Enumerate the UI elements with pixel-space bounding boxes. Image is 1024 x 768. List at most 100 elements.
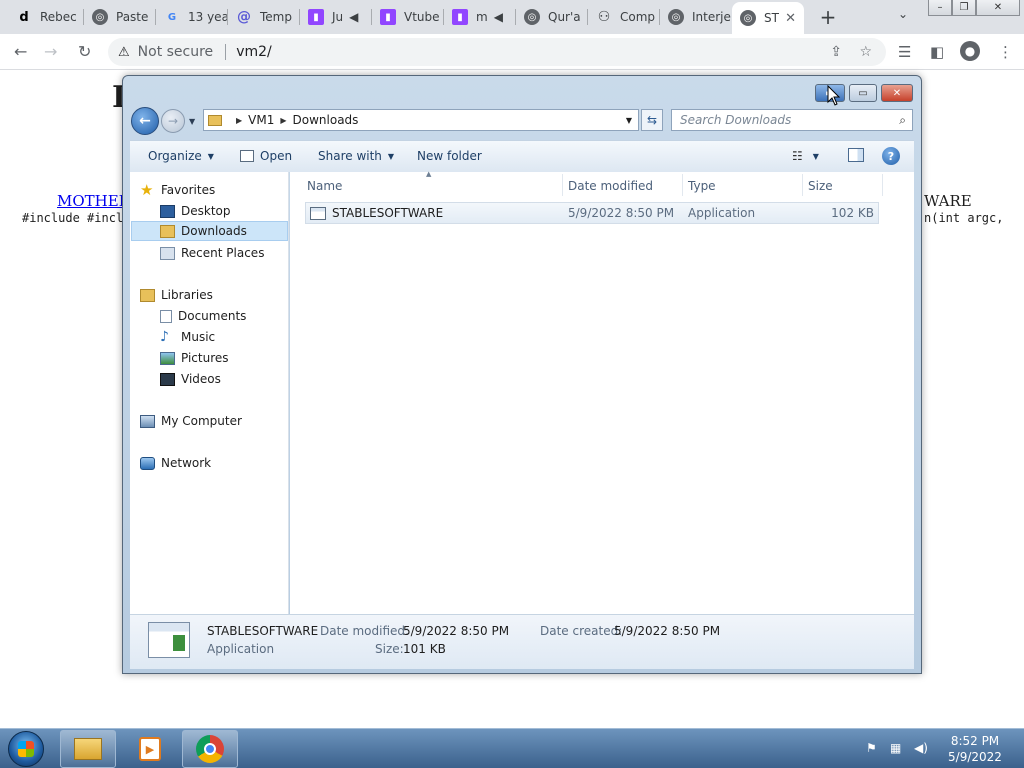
nav-libraries[interactable]: Libraries xyxy=(140,285,288,305)
nav-recent-places[interactable]: Recent Places xyxy=(160,243,288,263)
chevron-right-icon[interactable]: ▶ xyxy=(280,116,286,125)
new-tab-button[interactable]: + xyxy=(818,5,838,29)
browser-tab-active[interactable]: ◎ ST ✕ xyxy=(732,2,804,34)
warning-triangle-icon[interactable]: ⚠ xyxy=(118,45,130,60)
window-close-button[interactable]: ✕ xyxy=(976,0,1020,16)
profile-avatar-icon[interactable]: ● xyxy=(960,41,980,61)
details-created-label: Date created: xyxy=(540,624,623,638)
taskbar-media-player-button[interactable]: ▶ xyxy=(122,730,178,768)
mouse-cursor-icon xyxy=(827,85,841,106)
column-header-size[interactable]: Size xyxy=(808,179,833,193)
kebab-menu-icon[interactable]: ⋮ xyxy=(998,43,1013,61)
organize-button[interactable]: Organize ▼ xyxy=(148,149,214,163)
nav-my-computer[interactable]: My Computer xyxy=(140,411,288,431)
speaker-icon[interactable]: ◀ xyxy=(494,10,503,24)
taskbar-explorer-button[interactable] xyxy=(60,730,116,768)
share-icon[interactable]: ⇪ xyxy=(830,44,842,60)
tab-label: Vtube xyxy=(404,10,440,24)
nav-network[interactable]: Network xyxy=(140,453,288,473)
close-button[interactable]: ✕ xyxy=(881,84,913,102)
start-button[interactable] xyxy=(8,731,44,767)
page-link[interactable]: MOTHER xyxy=(57,192,130,210)
browser-tab[interactable]: ◎ Paste xyxy=(84,4,156,30)
share-label: Share with xyxy=(318,149,382,163)
taskbar-chrome-button[interactable] xyxy=(182,730,238,768)
maximize-button[interactable]: ▭ xyxy=(849,84,877,102)
share-with-button[interactable]: Share with ▼ xyxy=(318,149,394,163)
open-label: Open xyxy=(260,149,293,163)
views-button[interactable]: ☷ ▼ xyxy=(792,149,819,163)
navigation-pane: ★ Favorites Desktop Downloads Recent Pla… xyxy=(130,172,289,614)
nav-documents[interactable]: Documents xyxy=(160,306,288,326)
tab-search-chevron-icon[interactable]: ⌄ xyxy=(898,7,908,21)
address-bar[interactable]: ⚠ Not secure vm2/ ⇪ ☆ xyxy=(108,38,886,66)
browser-tab[interactable]: ▮ m ◀ xyxy=(444,4,516,30)
browser-tab[interactable]: G 13 yea xyxy=(156,4,228,30)
column-header-name[interactable]: Name xyxy=(307,179,342,193)
application-file-icon xyxy=(310,206,326,220)
pictures-icon xyxy=(160,351,175,365)
browser-tab[interactable]: ⚇ Comp xyxy=(588,4,660,30)
nav-favorites[interactable]: ★ Favorites xyxy=(140,180,298,200)
nav-music[interactable]: ♪ Music xyxy=(160,327,288,347)
nav-downloads[interactable]: Downloads xyxy=(131,221,288,241)
reload-icon[interactable]: ↻ xyxy=(78,42,91,61)
browser-tab-strip: d Rebec ◎ Paste G 13 yea @ Temp ▮ Ju ◀ ▮… xyxy=(0,0,1024,34)
page-code: #include #incl xyxy=(22,211,124,225)
close-tab-icon[interactable]: ✕ xyxy=(785,11,796,26)
browser-toolbar: ← → ↻ ⚠ Not secure vm2/ ⇪ ☆ ☰ ◧ ● ⋮ xyxy=(0,34,1024,70)
nav-desktop[interactable]: Desktop xyxy=(160,201,288,221)
view-list-icon: ☷ xyxy=(792,149,803,163)
search-icon[interactable]: ⌕ xyxy=(899,113,906,128)
open-button[interactable]: Open xyxy=(240,149,292,163)
downloads-folder-icon xyxy=(160,224,175,238)
chevron-right-icon[interactable]: ▶ xyxy=(236,116,242,125)
security-status[interactable]: Not secure xyxy=(138,44,214,60)
recent-pages-chevron-icon[interactable]: ▼ xyxy=(189,117,195,126)
clock[interactable]: 8:52 PM 5/9/2022 xyxy=(940,733,1010,765)
browser-tab[interactable]: ▮ Vtube xyxy=(372,4,444,30)
url-text[interactable]: vm2/ xyxy=(236,44,272,60)
forward-button[interactable]: → xyxy=(161,109,185,133)
preview-pane-button[interactable] xyxy=(848,148,864,162)
refresh-icon[interactable]: ⇆ xyxy=(641,109,663,131)
network-tray-icon[interactable]: ▦ xyxy=(890,741,901,755)
breadcrumb-vm1[interactable]: VM1 xyxy=(248,113,274,127)
breadcrumb-downloads[interactable]: Downloads xyxy=(293,113,359,127)
command-bar: Organize ▼ Open Share with ▼ New folder ☷ ▼… xyxy=(130,140,914,172)
action-center-flag-icon[interactable]: ⚑ xyxy=(866,741,877,755)
nav-label: Libraries xyxy=(161,288,213,302)
browser-tab[interactable]: ◎ Qur'a xyxy=(516,4,588,30)
browser-tab[interactable]: ▮ Ju ◀ xyxy=(300,4,372,30)
back-arrow-icon[interactable]: ← xyxy=(14,42,27,61)
chevron-down-icon: ▼ xyxy=(387,151,395,161)
file-type: Application xyxy=(688,206,756,220)
window-restore-button[interactable]: ❐ xyxy=(952,0,976,16)
browser-tab[interactable]: d Rebec xyxy=(8,4,84,30)
column-header-type[interactable]: Type xyxy=(688,179,716,193)
reading-list-icon[interactable]: ☰ xyxy=(898,43,911,61)
nav-pictures[interactable]: Pictures xyxy=(160,348,288,368)
new-folder-button[interactable]: New folder xyxy=(417,149,482,163)
speaker-icon[interactable]: ◀ xyxy=(349,10,358,24)
nav-label: Recent Places xyxy=(181,246,265,260)
address-dropdown-icon[interactable]: ▼ xyxy=(626,116,632,125)
forward-arrow-icon[interactable]: → xyxy=(44,42,57,61)
help-button[interactable]: ? xyxy=(882,147,900,165)
star-icon: ★ xyxy=(140,180,154,199)
back-button[interactable]: ← xyxy=(131,107,159,135)
page-code: n(int argc, xyxy=(924,211,1004,225)
browser-tab[interactable]: ◎ Interje xyxy=(660,4,732,30)
volume-icon[interactable]: ◀) xyxy=(914,741,928,755)
window-minimize-button[interactable]: – xyxy=(928,0,952,16)
details-size-label: Size: xyxy=(375,642,404,656)
bookmark-star-icon[interactable]: ☆ xyxy=(859,44,872,60)
breadcrumb[interactable]: ▶ VM1 ▶ Downloads ▼ xyxy=(203,109,639,131)
search-input[interactable]: Search Downloads ⌕ xyxy=(671,109,913,131)
folder-icon xyxy=(208,114,222,126)
side-panel-icon[interactable]: ◧ xyxy=(930,43,944,61)
nav-videos[interactable]: Videos xyxy=(160,369,288,389)
browser-tab[interactable]: @ Temp xyxy=(228,4,300,30)
column-header-date-modified[interactable]: Date modified xyxy=(568,179,653,193)
file-row[interactable]: STABLESOFTWARE 5/9/2022 8:50 PM Applicat… xyxy=(305,202,879,224)
